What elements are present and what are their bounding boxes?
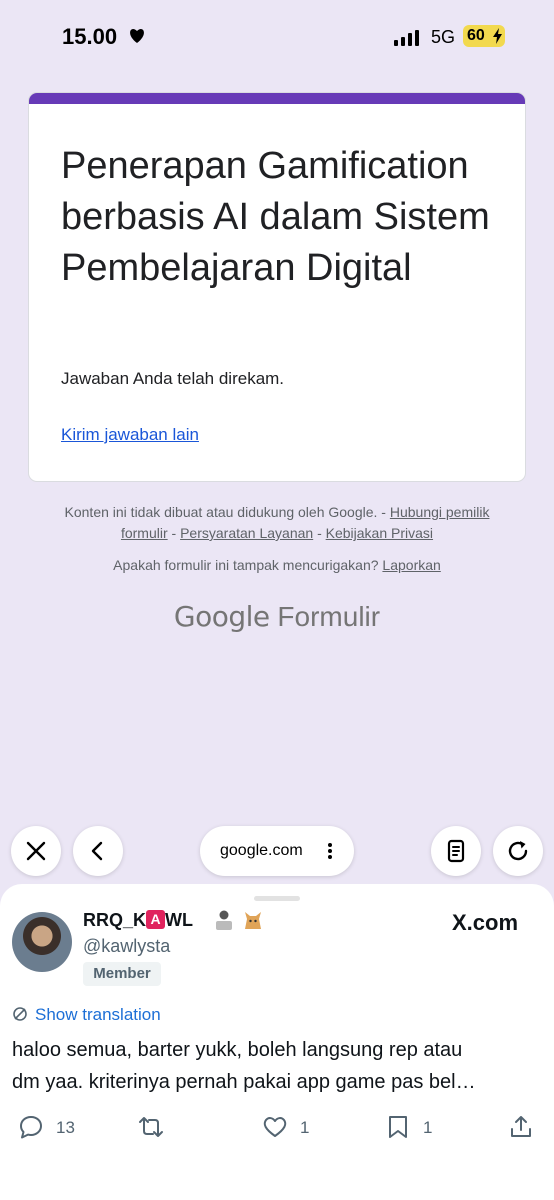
heart-icon xyxy=(130,29,144,43)
translate-icon xyxy=(13,1007,27,1021)
close-button[interactable] xyxy=(11,826,61,876)
logo-google-word: Google xyxy=(173,600,270,633)
reply-icon xyxy=(20,1116,42,1139)
user-handle: @kawlysta xyxy=(83,936,171,956)
retweet-icon xyxy=(139,1117,163,1137)
chevron-left-icon xyxy=(91,841,103,861)
terms-link[interactable]: Persyaratan Layanan xyxy=(180,525,313,541)
footer-separator: - xyxy=(313,525,326,541)
tweet-preview-sheet: RRQ_K A WL @kawlysta Member X.com Show tra… xyxy=(0,884,554,1200)
reply-count: 13 xyxy=(56,1118,75,1137)
tweet-text: haloo semua, barter yukk, boleh langsung… xyxy=(12,1034,542,1098)
bookmark-count: 1 xyxy=(423,1118,433,1137)
avatar[interactable] xyxy=(12,912,72,972)
charging-icon xyxy=(493,28,502,44)
google-forms-logo: Google Formulir xyxy=(0,600,554,633)
site-name: X.com xyxy=(452,910,519,935)
share-icon xyxy=(511,1116,531,1137)
signal-icon xyxy=(394,30,419,46)
privacy-link[interactable]: Kebijakan Privasi xyxy=(326,525,433,541)
sheet-grabber[interactable] xyxy=(254,896,300,901)
close-icon xyxy=(26,841,46,861)
display-name-part1: RRQ_K xyxy=(83,910,147,930)
reader-mode-button[interactable] xyxy=(431,826,481,876)
reload-button[interactable] xyxy=(493,826,543,876)
display-name: RRQ_K A WL xyxy=(83,910,193,931)
bookmark-icon xyxy=(389,1116,407,1138)
network-type: 5G xyxy=(431,27,456,47)
disclaimer-text: Konten ini tidak dibuat atau didukung ol… xyxy=(64,504,390,520)
more-vertical-icon[interactable] xyxy=(327,841,333,861)
reload-icon xyxy=(508,841,528,861)
status-time: 15.00 xyxy=(62,24,118,49)
back-button[interactable] xyxy=(73,826,123,876)
url-text: google.com xyxy=(220,842,303,859)
reader-icon xyxy=(447,839,465,863)
display-name-part2: WL xyxy=(165,910,193,930)
like-count: 1 xyxy=(300,1118,310,1137)
logo-product-word: Formulir xyxy=(277,601,381,632)
battery-level: 60 xyxy=(467,27,485,44)
show-translation-link[interactable]: Show translation xyxy=(35,1005,161,1025)
report-question: Apakah formulir ini tampak mencurigakan? xyxy=(113,557,383,573)
person-laptop-emoji-icon xyxy=(216,910,232,930)
status-bar: 15.00 5G 60 xyxy=(0,0,554,74)
url-bar[interactable]: google.com xyxy=(200,826,354,876)
heart-outline-icon xyxy=(263,1117,287,1137)
report-line: Apakah formulir ini tampak mencurigakan?… xyxy=(40,557,514,573)
report-link[interactable]: Laporkan xyxy=(382,557,440,573)
member-badge: Member xyxy=(83,962,161,986)
card-accent-bar xyxy=(29,93,525,104)
cat-emoji-icon xyxy=(245,912,261,929)
form-title: Penerapan Gamification berbasis AI dalam… xyxy=(61,145,490,289)
battery-indicator: 60 xyxy=(463,25,505,47)
tweet-text-line: haloo semua, barter yukk, boleh langsung… xyxy=(12,1039,463,1061)
name-badge-letter: A xyxy=(146,910,166,929)
tweet-text-line: dm yaa. kriterinya pernah pakai app game… xyxy=(12,1071,476,1093)
form-confirmation-card: Penerapan Gamification berbasis AI dalam… xyxy=(28,92,526,482)
confirmation-message: Jawaban Anda telah direkam. xyxy=(61,369,285,388)
form-disclaimer: Konten ini tidak dibuat atau didukung ol… xyxy=(40,502,514,544)
submit-another-response-link[interactable]: Kirim jawaban lain xyxy=(61,425,199,445)
footer-separator: - xyxy=(167,525,181,541)
